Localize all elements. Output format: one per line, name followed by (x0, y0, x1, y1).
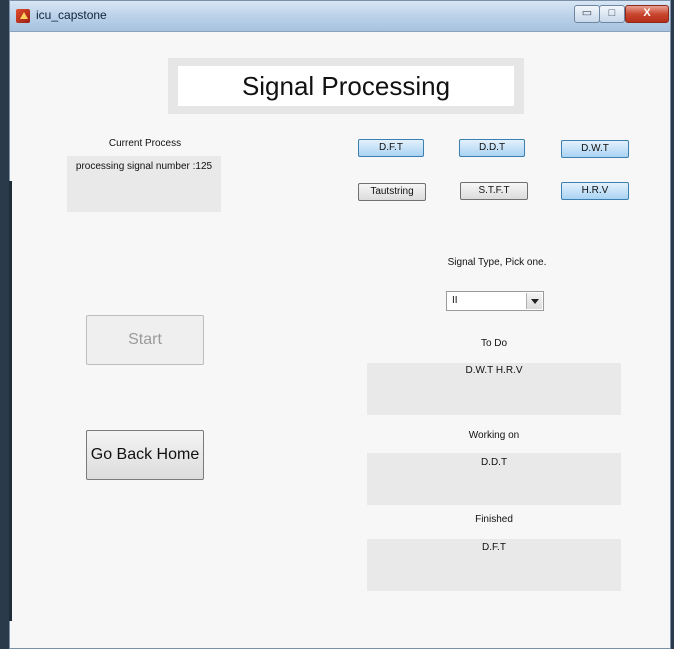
matlab-icon (16, 9, 30, 23)
finished-panel: D.F.T (367, 539, 621, 591)
todo-panel: D.W.T H.R.V (367, 363, 621, 415)
signal-type-label: Signal Type, Pick one. (447, 257, 547, 268)
chevron-down-icon[interactable] (526, 293, 542, 309)
heading-frame: Signal Processing (168, 58, 524, 114)
tautstring-button[interactable]: Tautstring (358, 183, 426, 201)
maximize-button[interactable]: □ (599, 5, 625, 23)
start-button[interactable]: Start (86, 315, 204, 365)
todo-value: D.W.T H.R.V (465, 365, 523, 376)
window-content: Signal Processing Current Process proces… (10, 32, 670, 648)
signal-type-selected: II (452, 295, 458, 306)
go-back-home-button[interactable]: Go Back Home (86, 430, 204, 480)
stft-button[interactable]: S.T.F.T (460, 182, 528, 200)
ddt-button[interactable]: D.D.T (459, 139, 525, 157)
minimize-button[interactable]: ▭ (574, 5, 600, 23)
page-title: Signal Processing (178, 66, 514, 106)
title-bar[interactable]: icu_capstone ▭ □ X (10, 1, 670, 32)
app-window: icu_capstone ▭ □ X Signal Processing Cur… (9, 0, 671, 649)
finished-value: D.F.T (482, 542, 506, 553)
working-on-value: D.D.T (480, 457, 508, 468)
window-edge-shadow (9, 181, 12, 621)
window-title: icu_capstone (36, 8, 107, 22)
current-process-value: processing signal number :125 (75, 161, 213, 172)
close-button[interactable]: X (625, 5, 669, 23)
dft-button[interactable]: D.F.T (358, 139, 424, 157)
todo-label: To Do (480, 338, 508, 349)
working-on-panel: D.D.T (367, 453, 621, 505)
finished-label: Finished (475, 514, 513, 525)
signal-type-select[interactable]: II (446, 291, 544, 311)
dwt-button[interactable]: D.W.T (561, 140, 629, 158)
current-process-label: Current Process (108, 138, 182, 149)
hrv-button[interactable]: H.R.V (561, 182, 629, 200)
current-process-panel: processing signal number :125 (67, 156, 221, 212)
working-on-label: Working on (468, 430, 520, 441)
